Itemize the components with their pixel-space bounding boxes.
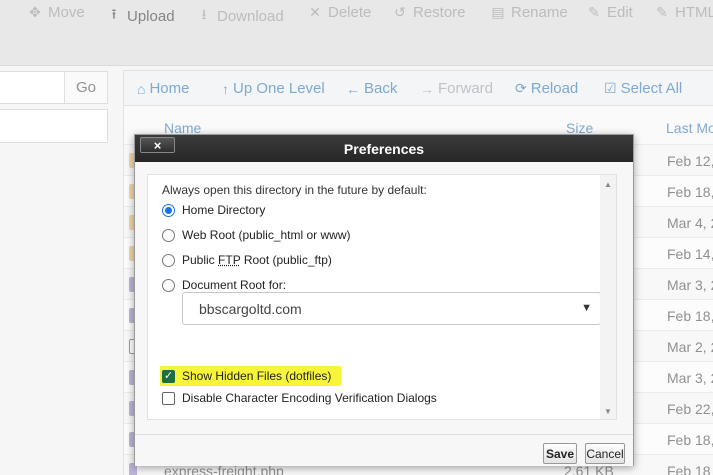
home-directory-radio[interactable] (162, 203, 175, 217)
domain-select[interactable]: bbscargoltd.com ▼ (182, 292, 601, 325)
cancel-button[interactable]: Cancel (585, 443, 625, 464)
domain-select-value: bbscargoltd.com (199, 300, 302, 317)
scroll-up-icon[interactable]: ▲ (604, 180, 612, 189)
home-directory-label: Home Directory (182, 203, 266, 217)
scroll-down-icon[interactable]: ▼ (604, 407, 612, 416)
dialog-footer: Save Cancel (135, 434, 633, 466)
disable-encoding-option[interactable]: Disable Character Encoding Verification … (162, 391, 437, 405)
show-hidden-files-checkbox[interactable]: ✓ (162, 369, 175, 383)
public-ftp-prefix: Public (182, 253, 219, 267)
show-hidden-files-label: Show Hidden Files (dotfiles) (182, 369, 332, 383)
disable-encoding-label: Disable Character Encoding Verification … (182, 391, 437, 405)
dialog-title: Preferences (135, 135, 633, 162)
ftp-abbreviation: FTP (218, 253, 241, 267)
web-root-label: Web Root (public_html or www) (182, 228, 351, 242)
public-ftp-suffix: Root (public_ftp) (240, 253, 332, 267)
preferences-scrollbar[interactable]: ▲ ▼ (600, 175, 616, 419)
default-directory-intro: Always open this directory in the future… (162, 183, 427, 197)
preferences-dialog: Preferences × Always open this directory… (134, 134, 634, 466)
home-directory-option[interactable]: Home Directory (162, 203, 265, 217)
chevron-down-icon: ▼ (581, 302, 592, 314)
web-root-radio[interactable] (162, 228, 175, 242)
show-hidden-files-highlight: ✓ Show Hidden Files (dotfiles) (160, 366, 342, 386)
document-root-label: Document Root for: (182, 278, 287, 292)
disable-encoding-checkbox[interactable] (162, 391, 175, 405)
document-root-radio[interactable] (162, 278, 175, 292)
public-ftp-option[interactable]: Public FTP Root (public_ftp) (162, 253, 332, 267)
close-icon[interactable]: × (140, 137, 175, 153)
public-ftp-label: Public FTP Root (public_ftp) (182, 253, 332, 267)
preferences-body: Always open this directory in the future… (147, 174, 617, 420)
show-hidden-files-option[interactable]: ✓ Show Hidden Files (dotfiles) (160, 366, 342, 386)
web-root-option[interactable]: Web Root (public_html or www) (162, 228, 351, 242)
document-root-option[interactable]: Document Root for: (162, 278, 286, 292)
public-ftp-radio[interactable] (162, 253, 175, 267)
save-button[interactable]: Save (543, 443, 577, 464)
